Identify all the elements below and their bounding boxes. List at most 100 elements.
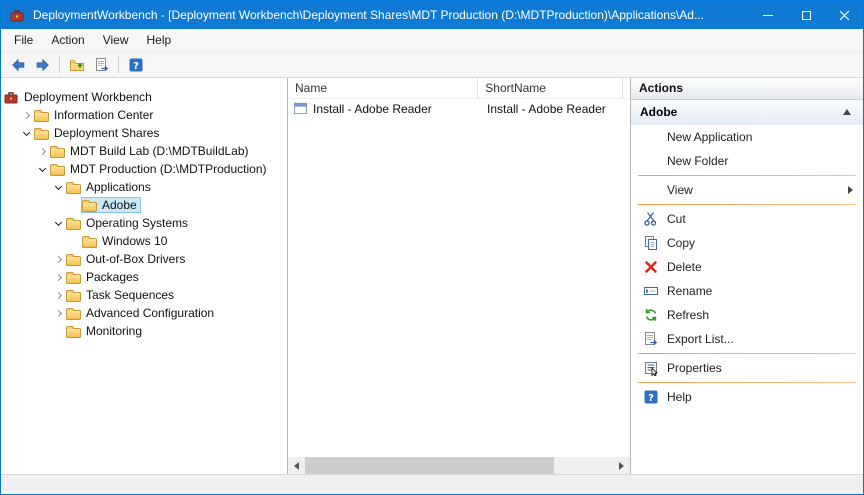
action-copy[interactable]: Copy	[631, 231, 863, 255]
chevron-expanded-icon[interactable]	[19, 126, 33, 140]
menu-help[interactable]: Help	[138, 30, 181, 50]
tree-item-out-of-box-drivers[interactable]: Out-of-Box Drivers	[1, 250, 287, 268]
folder-icon	[66, 256, 81, 266]
tree-item-label: Packages	[86, 270, 139, 284]
app-window: DeploymentWorkbench - [Deployment Workbe…	[0, 0, 864, 495]
action-label: New Application	[667, 130, 752, 144]
action-label: Export List...	[667, 332, 734, 346]
chevron-expanded-icon[interactable]	[51, 216, 65, 230]
chevron-expanded-icon[interactable]	[35, 162, 49, 176]
chevron-collapsed-icon[interactable]	[35, 144, 49, 158]
forward-button[interactable]	[30, 54, 55, 76]
action-properties[interactable]: Properties	[631, 356, 863, 380]
toolbar: ?	[1, 52, 863, 78]
minimize-button[interactable]	[749, 1, 787, 29]
action-label: Rename	[667, 284, 712, 298]
maximize-button[interactable]	[787, 1, 825, 29]
chevron-collapsed-icon[interactable]	[51, 252, 65, 266]
main-panes: Deployment Workbench Information Center …	[1, 78, 863, 474]
console-tree-pane: Deployment Workbench Information Center …	[1, 78, 288, 474]
tree-item-adobe[interactable]: Adobe	[1, 196, 287, 214]
titlebar[interactable]: DeploymentWorkbench - [Deployment Workbe…	[1, 1, 863, 29]
action-delete[interactable]: Delete	[631, 255, 863, 279]
cell-shortname: Install - Adobe Reader	[480, 102, 626, 116]
tree-item-label: Information Center	[54, 108, 153, 122]
list-body: Install - Adobe Reader Install - Adobe R…	[288, 99, 630, 457]
folder-icon	[66, 184, 81, 194]
scroll-right-icon	[619, 462, 624, 470]
action-refresh[interactable]: Refresh	[631, 303, 863, 327]
tree-item-label: Out-of-Box Drivers	[86, 252, 185, 266]
actions-separator	[638, 353, 856, 354]
properties-icon	[643, 360, 659, 376]
maximize-icon	[802, 11, 811, 20]
chevron-expanded-icon[interactable]	[51, 180, 65, 194]
close-button[interactable]	[825, 1, 863, 29]
tree-item-packages[interactable]: Packages	[1, 268, 287, 286]
app-icon	[9, 7, 25, 23]
action-new-application[interactable]: New Application	[631, 125, 863, 149]
action-view[interactable]: View	[631, 178, 863, 202]
column-header-shortname[interactable]: ShortName	[478, 78, 623, 98]
action-label: Help	[667, 390, 692, 404]
chevron-collapsed-icon[interactable]	[51, 306, 65, 320]
up-one-level-button[interactable]	[64, 54, 89, 76]
menubar: File Action View Help	[1, 29, 863, 52]
tree-item-task-sequences[interactable]: Task Sequences	[1, 286, 287, 304]
svg-text:?: ?	[133, 61, 139, 72]
horizontal-scrollbar[interactable]	[288, 457, 630, 474]
cell-name-text: Install - Adobe Reader	[313, 102, 432, 116]
action-label: Refresh	[667, 308, 709, 322]
action-export-list[interactable]: Export List...	[631, 327, 863, 351]
forward-icon	[35, 57, 51, 73]
scroll-left-icon	[294, 462, 299, 470]
scroll-right-button[interactable]	[613, 457, 630, 474]
menu-action[interactable]: Action	[42, 30, 93, 50]
application-icon	[293, 102, 308, 115]
chevron-collapsed-icon[interactable]	[51, 288, 65, 302]
chevron-collapsed-icon[interactable]	[51, 270, 65, 284]
list-item-install-adobe-reader[interactable]: Install - Adobe Reader Install - Adobe R…	[288, 99, 630, 118]
export-list-button[interactable]	[89, 54, 114, 76]
actions-group-label: Adobe	[640, 105, 677, 119]
tree-item-information-center[interactable]: Information Center	[1, 106, 287, 124]
scroll-left-button[interactable]	[288, 457, 305, 474]
tree-item-applications[interactable]: Applications	[1, 178, 287, 196]
close-icon	[839, 10, 850, 21]
actions-separator	[638, 204, 856, 205]
folder-icon	[34, 112, 49, 122]
help-button[interactable]: ?	[123, 54, 148, 76]
action-new-folder[interactable]: New Folder	[631, 149, 863, 173]
tree-item-mdt-build-lab[interactable]: MDT Build Lab (D:\MDTBuildLab)	[1, 142, 287, 160]
scrollbar-thumb[interactable]	[305, 457, 554, 474]
expander-slot	[51, 324, 65, 338]
tree-item-operating-systems[interactable]: Operating Systems	[1, 214, 287, 232]
tree-item-deployment-shares[interactable]: Deployment Shares	[1, 124, 287, 142]
tree-item-mdt-production[interactable]: MDT Production (D:\MDTProduction)	[1, 160, 287, 178]
up-one-level-icon	[69, 57, 85, 73]
action-cut[interactable]: Cut	[631, 207, 863, 231]
tree-item-deployment-workbench[interactable]: Deployment Workbench	[1, 88, 287, 106]
tree-item-monitoring[interactable]: Monitoring	[1, 322, 287, 340]
action-label: New Folder	[667, 154, 728, 168]
chevron-collapsed-icon[interactable]	[19, 108, 33, 122]
actions-group-adobe[interactable]: Adobe	[631, 100, 863, 125]
window-title: DeploymentWorkbench - [Deployment Workbe…	[33, 8, 749, 22]
tree-item-label: Monitoring	[86, 324, 142, 338]
tree-item-advanced-configuration[interactable]: Advanced Configuration	[1, 304, 287, 322]
action-label: Cut	[667, 212, 686, 226]
actions-pane: Actions Adobe New Application New Folder…	[630, 78, 863, 474]
actions-pane-title: Actions	[631, 78, 863, 100]
toolbar-separator	[59, 56, 60, 73]
tree-item-windows-10[interactable]: Windows 10	[1, 232, 287, 250]
chevron-up-icon[interactable]	[843, 109, 851, 115]
column-header-name[interactable]: Name	[288, 78, 478, 98]
folder-icon	[66, 328, 81, 338]
help-icon: ?	[643, 389, 659, 405]
scrollbar-track[interactable]	[305, 457, 613, 474]
action-rename[interactable]: Rename	[631, 279, 863, 303]
menu-file[interactable]: File	[5, 30, 42, 50]
menu-view[interactable]: View	[94, 30, 138, 50]
action-help[interactable]: ? Help	[631, 385, 863, 409]
back-button[interactable]	[5, 54, 30, 76]
